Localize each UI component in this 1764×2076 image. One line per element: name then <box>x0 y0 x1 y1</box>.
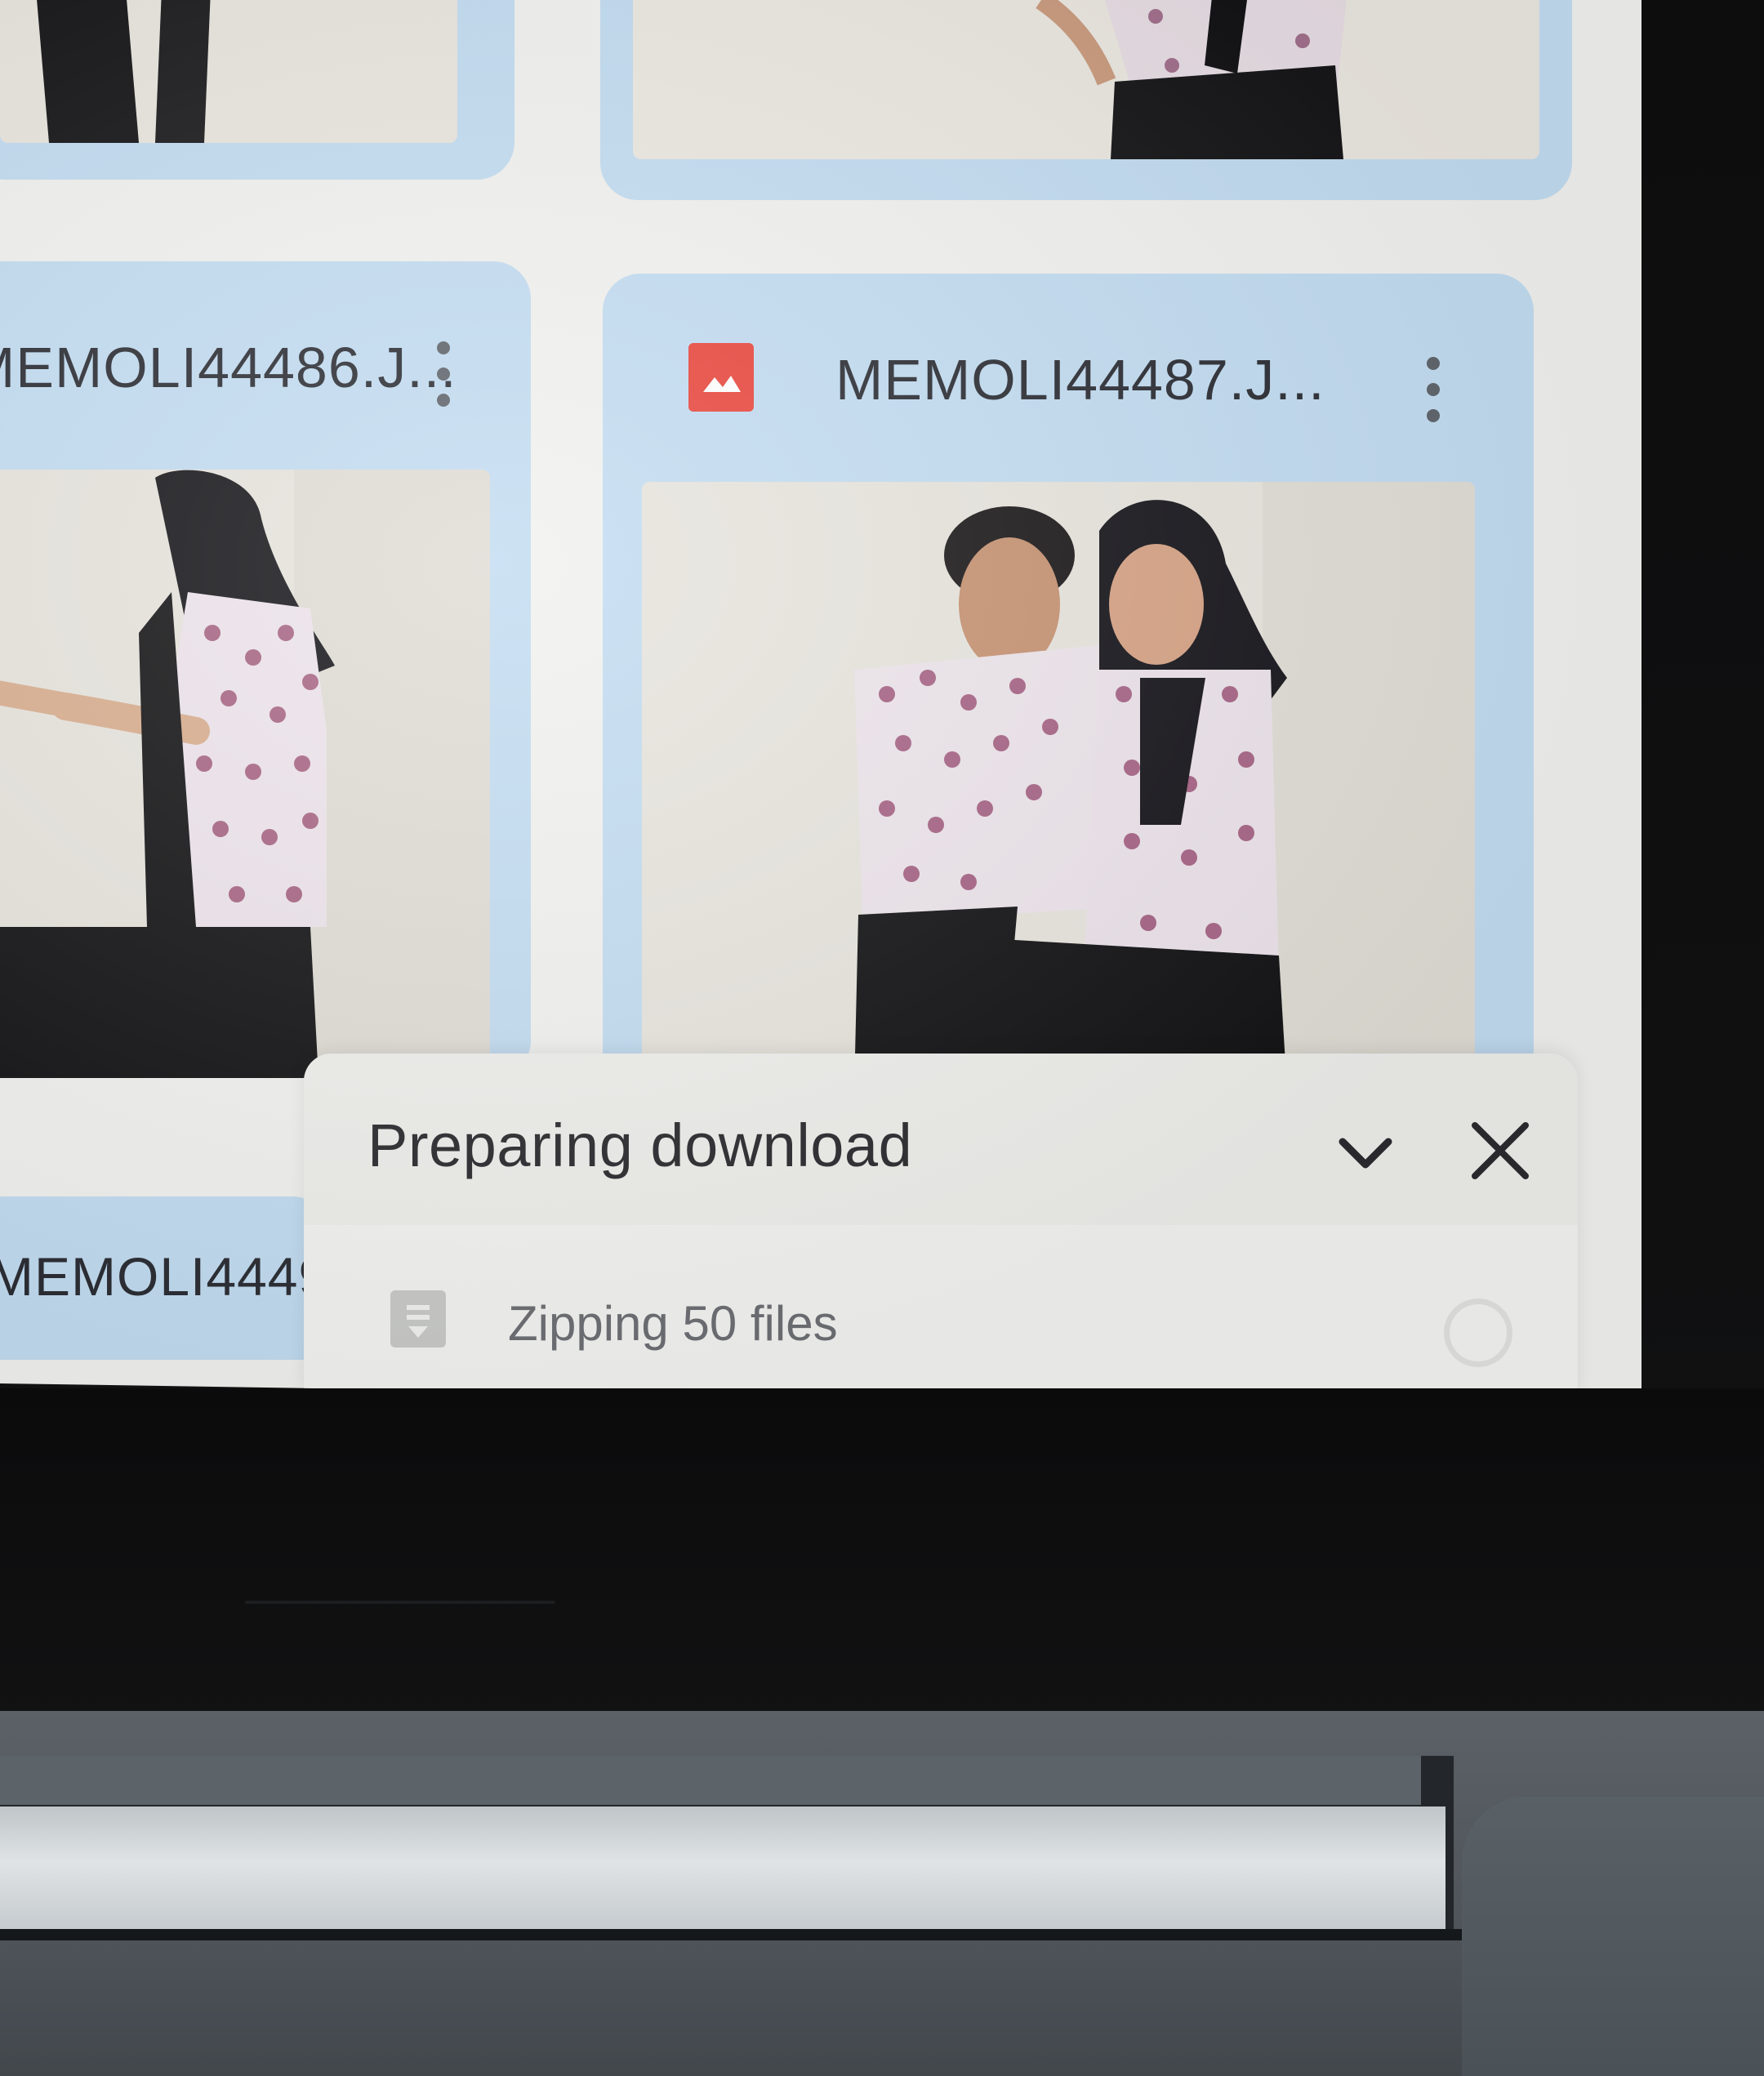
file-name: MEMOLI44491 <box>0 1246 318 1307</box>
bezel-reflection <box>245 1601 555 1604</box>
progress-spinner <box>1444 1299 1512 1367</box>
file-thumbnail <box>633 0 1539 159</box>
file-card-memoli44486[interactable]: MEMOLI44486.J... <box>0 261 531 1078</box>
function-key-bar <box>0 1806 1446 1929</box>
more-options-icon[interactable] <box>435 341 452 415</box>
zip-file-icon <box>390 1290 446 1348</box>
chevron-down-icon[interactable] <box>1333 1119 1398 1184</box>
download-item: Zipping 50 files <box>304 1225 1578 1397</box>
function-key-bar-edge <box>0 1929 1462 1940</box>
laptop-screen: MEMOLI44486.J... MEMOLI44487.J... MEMOLI… <box>0 0 1642 1409</box>
download-status-text: Zipping 50 files <box>508 1296 838 1351</box>
file-card-memoli44491[interactable]: MEMOLI44491 <box>0 1196 318 1360</box>
file-thumbnail <box>642 482 1475 1090</box>
laptop-bezel <box>0 1388 1764 1731</box>
file-card-memoli44487[interactable]: MEMOLI44487.J... <box>603 274 1534 1090</box>
more-options-icon[interactable] <box>1425 357 1441 430</box>
file-name: MEMOLI44486.J... <box>0 336 457 399</box>
file-name: MEMOLI44487.J... <box>835 348 1325 412</box>
keyboard-recess-top <box>0 1756 1421 1805</box>
image-file-icon <box>688 343 754 412</box>
file-card-top-left[interactable] <box>0 0 514 180</box>
laptop-deck-corner <box>1462 1797 1764 2076</box>
close-icon[interactable] <box>1463 1114 1537 1187</box>
file-thumbnail <box>0 470 490 1078</box>
download-panel: Preparing download Zipping 50 files <box>304 1054 1578 1397</box>
download-panel-header: Preparing download <box>304 1054 1578 1225</box>
photo-of-laptop-screen: MEMOLI44486.J... MEMOLI44487.J... MEMOLI… <box>0 0 1764 2076</box>
file-card-top-right[interactable] <box>600 0 1572 200</box>
file-thumbnail <box>0 0 457 143</box>
download-panel-title: Preparing download <box>368 1112 913 1179</box>
